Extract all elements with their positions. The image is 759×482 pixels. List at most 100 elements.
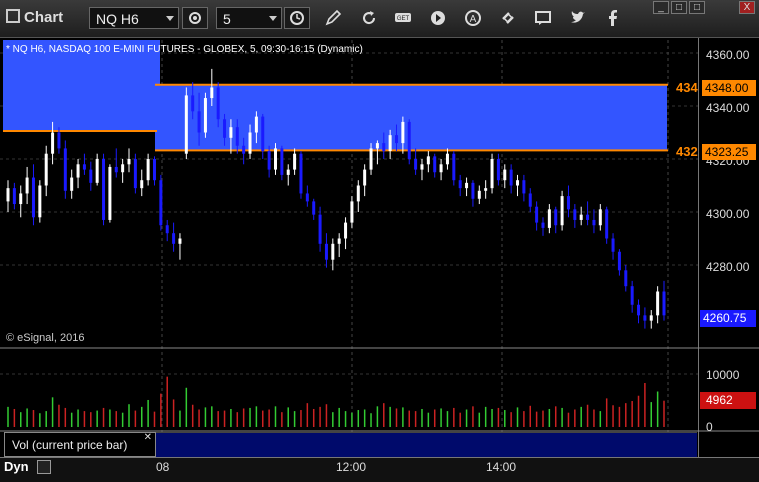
candle-body: [331, 243, 335, 260]
vol-tick-label: 10000: [706, 368, 740, 382]
candle-body: [38, 185, 42, 218]
y-tick-label: 4340.00: [706, 101, 750, 115]
candle-body: [159, 180, 163, 226]
dynamic-mode-label[interactable]: Dyn: [4, 459, 29, 474]
candle-body: [433, 156, 437, 173]
x-tick-label: 14:00: [486, 460, 517, 474]
candle-body: [458, 180, 462, 189]
candle-body: [566, 196, 570, 210]
x-tick-label: 08: [156, 460, 170, 474]
range-zone: [155, 84, 667, 151]
candle-body: [560, 196, 564, 226]
candle-body: [280, 148, 284, 175]
candle-body: [235, 127, 239, 146]
candle-body: [12, 188, 16, 205]
candle-body: [114, 166, 118, 173]
candle-body: [254, 116, 258, 133]
candle-body: [70, 177, 74, 191]
candle-body: [547, 209, 551, 228]
candle-body: [57, 132, 61, 149]
candle-body: [82, 164, 86, 170]
candle-body: [140, 180, 144, 189]
candle-body: [477, 190, 481, 199]
candle-body: [152, 159, 156, 181]
candle-body: [31, 177, 35, 218]
candle-body: [484, 188, 488, 191]
candle-body: [598, 209, 602, 226]
candle-body: [356, 185, 360, 202]
chart-header: * NQ H6, NASDAQ 100 E-MINI FUTURES - GLO…: [6, 44, 363, 55]
candle-body: [516, 180, 520, 186]
lock-icon[interactable]: [37, 460, 51, 474]
candle-body: [165, 225, 169, 234]
candle-body: [267, 151, 271, 170]
candle-body: [203, 98, 207, 133]
level-low-stub: 432: [676, 144, 698, 159]
y-tick-label: 4300.00: [706, 207, 750, 221]
candle-body: [471, 182, 475, 199]
candle-body: [592, 219, 596, 226]
candle-body: [191, 95, 195, 112]
volume-band: [156, 432, 697, 457]
level-high-price-tag[interactable]: 4348.00: [702, 80, 756, 96]
candle-body: [496, 159, 500, 181]
time-axis[interactable]: [0, 457, 759, 482]
candle-body: [184, 95, 188, 154]
candle-body: [248, 132, 252, 154]
candle-body: [172, 233, 176, 244]
close-study-icon[interactable]: ✕: [144, 432, 152, 443]
candle-body: [426, 156, 430, 165]
candle-body: [624, 270, 628, 287]
candle-body: [95, 159, 99, 183]
candle-body: [649, 315, 653, 321]
candle-body: [490, 159, 494, 189]
candle-body: [6, 188, 10, 202]
candle-body: [19, 193, 23, 205]
candle-body: [535, 206, 539, 223]
candle-body: [223, 119, 227, 138]
candle-body: [146, 159, 150, 181]
candle-body: [121, 164, 125, 173]
y-tick-label: 4360.00: [706, 48, 750, 62]
candle-body: [656, 291, 660, 316]
x-tick-label: 12:00: [336, 460, 367, 474]
candle-body: [395, 135, 399, 144]
candle-body: [299, 153, 303, 194]
candle-body: [554, 209, 558, 226]
candle-body: [178, 238, 182, 244]
candle-body: [133, 159, 137, 189]
candle-body: [465, 182, 469, 189]
candle-body: [579, 214, 583, 220]
volume-value-tag: 4962: [700, 392, 756, 409]
candle-body: [445, 153, 449, 165]
candle-body: [273, 148, 277, 170]
candle-body: [89, 169, 93, 183]
candle-body: [388, 135, 392, 152]
candle-body: [102, 159, 106, 220]
candle-body: [76, 164, 80, 178]
candle-body: [337, 238, 341, 244]
candle-body: [407, 121, 411, 159]
candle-body: [643, 315, 647, 321]
candle-body: [662, 291, 666, 316]
candle-body: [210, 87, 214, 99]
candle-body: [573, 209, 577, 220]
candle-body: [312, 201, 316, 215]
candle-body: [293, 153, 297, 170]
candle-body: [344, 222, 348, 239]
candle-body: [318, 214, 322, 244]
volume-study-title[interactable]: Vol (current price bar) ✕: [4, 432, 156, 457]
candle-body: [528, 193, 532, 207]
candle-body: [44, 153, 48, 186]
candle-body: [242, 145, 246, 154]
candle-body: [630, 286, 634, 305]
chart-plot[interactable]: [0, 0, 759, 481]
level-low-price-tag[interactable]: 4323.25: [702, 144, 756, 160]
level-high-stub: 434: [676, 80, 698, 95]
candle-body: [25, 177, 29, 194]
candle-body: [617, 251, 621, 271]
candle-body: [541, 222, 545, 228]
candle-body: [324, 243, 328, 260]
candle-body: [375, 143, 379, 149]
candle-body: [261, 116, 265, 152]
